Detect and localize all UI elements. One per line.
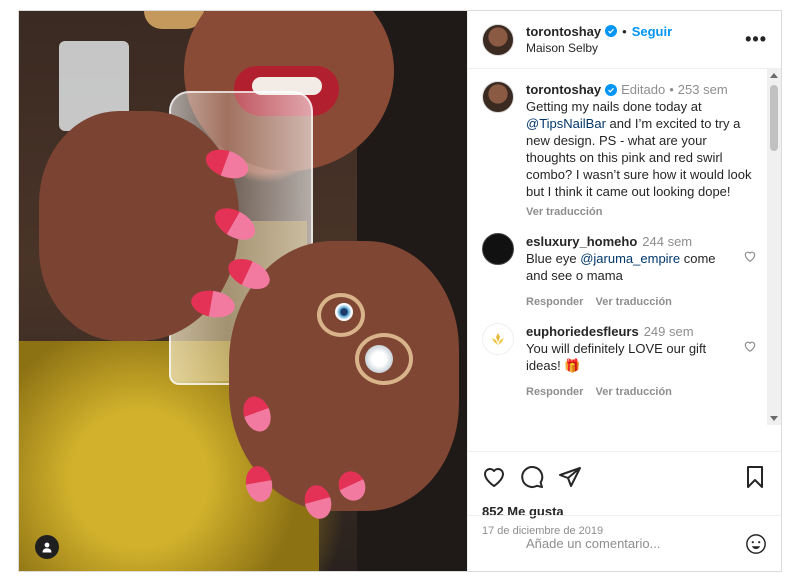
paper-plane-icon[interactable] xyxy=(558,465,582,489)
see-translation-link[interactable]: Ver traducción xyxy=(595,294,671,311)
comments-list[interactable]: torontoshay Editado • 253 sem Getting my… xyxy=(468,69,781,451)
comment: euphoriedesfleurs 249 sem You will defin… xyxy=(482,323,757,401)
post-dialog: torontoshay • Seguir Maison Selby ••• to… xyxy=(18,10,782,572)
bookmark-icon[interactable] xyxy=(743,465,767,489)
heart-icon[interactable] xyxy=(482,465,506,489)
scroll-thumb[interactable] xyxy=(770,85,778,151)
comment: esluxury_homeho 244 sem Blue eye @jaruma… xyxy=(482,233,757,311)
scroll-down-arrow-icon[interactable] xyxy=(770,416,778,421)
caption: torontoshay Editado • 253 sem Getting my… xyxy=(482,81,757,221)
reply-button[interactable]: Responder xyxy=(526,294,583,311)
mention-link[interactable]: @TipsNailBar xyxy=(526,116,606,131)
comment-like-heart-icon[interactable] xyxy=(743,339,757,353)
see-translation-link[interactable]: Ver traducción xyxy=(526,204,757,221)
reply-button[interactable]: Responder xyxy=(526,384,583,401)
avatar[interactable] xyxy=(482,323,514,355)
post-photo[interactable] xyxy=(19,11,467,571)
avatar[interactable] xyxy=(482,233,514,265)
comment-composer xyxy=(468,515,781,571)
caption-username[interactable]: torontoshay xyxy=(526,81,601,98)
action-bar xyxy=(482,462,767,492)
comment-username[interactable]: euphoriedesfleurs xyxy=(526,323,639,340)
comment-text: You will definitely LOVE our gift ideas!… xyxy=(526,341,707,373)
comment-text: Blue eye @jaruma_empire come and see o m… xyxy=(526,250,733,284)
verified-badge-icon xyxy=(605,25,618,37)
comment-input[interactable] xyxy=(524,535,745,552)
avatar[interactable] xyxy=(482,23,514,56)
verified-badge-icon xyxy=(605,83,618,96)
post-side-panel: torontoshay • Seguir Maison Selby ••• to… xyxy=(467,11,781,571)
mention-link[interactable]: @jaruma_empire xyxy=(580,251,680,266)
more-options-icon[interactable]: ••• xyxy=(745,29,767,50)
comment-like-heart-icon[interactable] xyxy=(743,249,757,263)
comment-time[interactable]: 244 sem xyxy=(642,233,692,250)
evil-eye-stone xyxy=(335,303,353,321)
avatar[interactable] xyxy=(482,81,514,113)
comment-username[interactable]: esluxury_homeho xyxy=(526,233,637,250)
comments-scrollbar[interactable] xyxy=(767,69,781,425)
emoji-icon[interactable] xyxy=(745,533,767,555)
scroll-up-arrow-icon[interactable] xyxy=(770,73,778,78)
post-header: torontoshay • Seguir Maison Selby ••• xyxy=(468,11,781,69)
separator-dot: • xyxy=(669,82,674,97)
comment-text-start: Blue eye xyxy=(526,251,577,266)
comment-time[interactable]: 249 sem xyxy=(644,323,694,340)
separator-dot: • xyxy=(622,23,627,39)
post-username[interactable]: torontoshay xyxy=(526,23,601,40)
diamond-stone xyxy=(365,345,393,373)
edited-label: Editado xyxy=(621,82,666,97)
comment-icon[interactable] xyxy=(520,465,544,489)
caption-text-start: Getting my nails done today at xyxy=(526,99,702,114)
user-tag-icon[interactable] xyxy=(35,535,59,559)
caption-time[interactable]: 253 sem xyxy=(678,81,728,98)
see-translation-link[interactable]: Ver traducción xyxy=(595,384,671,401)
location-link[interactable]: Maison Selby xyxy=(526,40,672,57)
caption-text: Getting my nails done today at @TipsNail… xyxy=(526,98,757,200)
follow-button[interactable]: Seguir xyxy=(632,23,672,40)
